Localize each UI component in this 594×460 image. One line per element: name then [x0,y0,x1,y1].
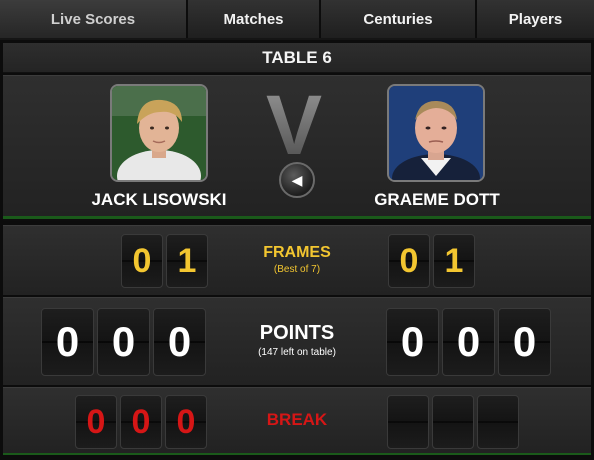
points-label-block: POINTS (147 left on table) [197,322,397,358]
versus-icon: V [266,82,322,162]
points-right-digit: 0 [498,308,551,376]
points-right-digit: 0 [442,308,495,376]
points-left-score: 0 0 0 [41,308,206,376]
frames-right-digit: 1 [433,234,475,288]
break-left-score: 0 0 0 [75,395,207,449]
players-panel: JACK LISOWSKI V ◀ GRAEME DOTT [3,75,591,221]
points-row: 0 0 0 POINTS (147 left on table) 0 0 0 [3,297,591,385]
top-nav: Live Scores Matches Centuries Players [0,0,594,40]
tab-players[interactable]: Players [477,0,594,38]
points-left-digit: 0 [41,308,94,376]
frames-label: FRAMES [263,244,331,261]
frames-right-score: 0 1 [388,234,475,288]
table-title: TABLE 6 [3,43,591,73]
frames-left-digit: 0 [121,234,163,288]
points-right-score: 0 0 0 [386,308,551,376]
left-arrow-icon[interactable]: ◀ [279,162,315,198]
player-left-name: JACK LISOWSKI [91,190,227,209]
points-right-digit: 0 [386,308,439,376]
points-left-digit: 0 [97,308,150,376]
versus-letter: V [266,82,322,162]
break-row: 0 0 0 BREAK [3,387,591,455]
break-label-block: BREAK [197,410,397,430]
points-subtitle: (147 left on table) [258,347,336,358]
break-label: BREAK [266,410,328,429]
player-right-name: GRAEME DOTT [374,190,500,209]
break-right-digit [477,395,519,449]
break-right-digit [387,395,429,449]
tab-matches[interactable]: Matches [188,0,321,38]
player-right-photo[interactable] [387,84,485,182]
frames-left-score: 0 1 [121,234,208,288]
player-left-photo[interactable] [110,84,208,182]
break-left-digit: 0 [120,395,162,449]
break-right-digit [432,395,474,449]
break-right-score [387,395,519,449]
frames-label-block: FRAMES (Best of 7) [197,244,397,275]
points-label: POINTS [259,322,335,344]
break-left-digit: 0 [75,395,117,449]
frames-right-digit: 0 [388,234,430,288]
frames-row: 0 1 FRAMES (Best of 7) 0 1 [3,225,591,295]
tab-live-scores[interactable]: Live Scores [0,0,188,38]
frames-subtitle: (Best of 7) [273,264,321,275]
tab-centuries[interactable]: Centuries [321,0,477,38]
